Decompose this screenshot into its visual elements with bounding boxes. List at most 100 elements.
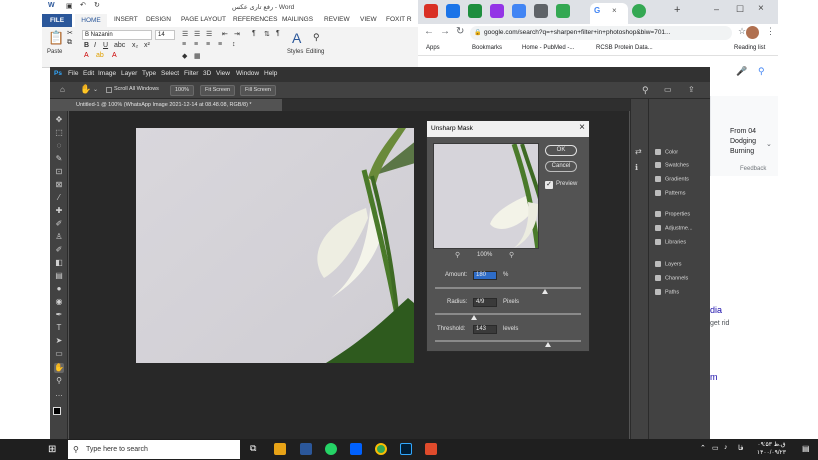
subscript-icon[interactable]: x₂ — [132, 42, 138, 49]
amount-slider-track[interactable] — [435, 287, 581, 289]
tab-site2-icon[interactable] — [534, 4, 548, 18]
document-tab[interactable]: Untitled-1 @ 100% (WhatsApp Image 2021-1… — [68, 99, 282, 111]
tab-file[interactable]: FILE — [42, 14, 72, 27]
menu-file[interactable]: File — [68, 70, 78, 77]
blur-tool-icon[interactable]: ● — [54, 284, 64, 294]
save-icon[interactable]: ▣ — [66, 2, 73, 10]
rtl-icon[interactable]: ¶ — [252, 30, 256, 37]
path-select-tool-icon[interactable]: ➤ — [54, 336, 64, 346]
chevron-down-icon[interactable]: ⌄ — [766, 140, 772, 148]
highlight-icon[interactable]: ab — [96, 52, 104, 59]
pen-tool-icon[interactable]: ✒ — [54, 310, 64, 320]
result-title-m[interactable]: m — [710, 372, 718, 382]
healing-tool-icon[interactable]: ✚ — [54, 206, 64, 216]
align-right-icon[interactable]: ≡ — [206, 41, 210, 48]
network-icon[interactable]: ▭ — [712, 444, 719, 452]
menu-view[interactable]: View — [216, 70, 230, 77]
line-spacing-icon[interactable]: ↕ — [232, 41, 236, 48]
tab-view[interactable]: VIEW — [360, 16, 377, 23]
tab-active[interactable]: G × — [590, 3, 628, 24]
tab-leaf-icon[interactable] — [632, 4, 646, 18]
extensions-icon[interactable]: ☆ — [738, 26, 746, 37]
hand-tool-icon[interactable]: ✋ — [54, 363, 64, 373]
copy-icon[interactable]: ⧉ — [67, 39, 72, 47]
minimize-icon[interactable]: – — [714, 4, 719, 14]
avatar[interactable] — [746, 26, 759, 39]
multilevel-list-icon[interactable]: ☰ — [206, 30, 212, 38]
tab-drive-icon[interactable] — [446, 4, 460, 18]
tab-site-icon[interactable] — [490, 4, 504, 18]
search-icon[interactable]: ⚲ — [758, 66, 765, 77]
scroll-all-checkbox[interactable] — [106, 87, 112, 93]
panel-gradients[interactable]: Gradients — [655, 176, 689, 182]
more-tools-icon[interactable]: … — [54, 389, 64, 399]
taskbar-clock[interactable]: ۰۹:۵۳ ق.ظ ۱۴۰۰/۰۹/۲۳ — [757, 441, 786, 457]
italic-icon[interactable]: I — [94, 42, 96, 49]
cancel-button[interactable]: Cancel — [545, 161, 577, 172]
editing-icon[interactable]: ⚲ — [313, 32, 320, 43]
taskbar-search-box[interactable]: ⚲ Type here to search — [68, 440, 240, 459]
increase-indent-icon[interactable]: ⇥ — [234, 30, 240, 38]
photoshop-taskbar-icon[interactable] — [400, 443, 412, 455]
text-effect-icon[interactable]: A — [112, 52, 117, 59]
styles-icon[interactable]: A — [292, 30, 301, 46]
properties-panel-icon[interactable]: ℹ — [635, 163, 638, 172]
forward-icon[interactable]: → — [440, 26, 450, 37]
menu-edit[interactable]: Edit — [83, 70, 94, 77]
threshold-slider-thumb[interactable] — [545, 342, 551, 347]
show-marks-icon[interactable]: ¶ — [276, 30, 280, 37]
stamp-tool-icon[interactable]: ♙ — [54, 232, 64, 242]
tab-review[interactable]: REVIEW — [324, 16, 350, 23]
paste-icon[interactable]: 📋 — [48, 30, 64, 46]
reload-icon[interactable]: ↻ — [456, 26, 464, 37]
panel-color[interactable]: Color — [655, 149, 678, 155]
underline-icon[interactable]: U — [103, 42, 108, 49]
bookmark-rcsb[interactable]: RCSB Protein Data... — [596, 45, 653, 51]
menu-type[interactable]: Type — [142, 70, 156, 77]
panel-properties[interactable]: Properties — [655, 211, 690, 217]
menu-layer[interactable]: Layer — [121, 70, 137, 77]
marquee-tool-icon[interactable]: ⬚ — [54, 128, 64, 138]
tab-google-icon[interactable] — [512, 4, 526, 18]
menu-3d[interactable]: 3D — [203, 70, 211, 77]
zoom-tool-icon[interactable]: ⚲ — [54, 376, 64, 386]
strikethrough-icon[interactable]: abc — [114, 42, 125, 49]
zoom-out-icon[interactable]: ⚲ — [455, 251, 460, 259]
bookmark-pubmed[interactable]: Home - PubMed -... — [522, 45, 574, 51]
font-name-select[interactable]: B Nazanin — [82, 30, 152, 40]
ps-search-icon[interactable]: ⚲ — [642, 85, 649, 96]
zoom-100-button[interactable]: 100% — [170, 85, 195, 96]
tab-references[interactable]: REFERENCES — [233, 16, 277, 23]
result-title-dia[interactable]: dia — [710, 305, 722, 315]
maximize-icon[interactable]: ☐ — [736, 4, 744, 15]
cut-icon[interactable]: ✂ — [67, 29, 73, 37]
word-taskbar-icon[interactable] — [300, 443, 312, 455]
tool-preset-chevron-icon[interactable]: ⌄ — [93, 86, 98, 93]
menu-help[interactable]: Help — [264, 70, 277, 77]
history-panel-icon[interactable]: ⇄ — [635, 147, 642, 156]
foreground-color-swatch[interactable] — [53, 407, 61, 415]
tab-gmail-icon[interactable] — [424, 4, 438, 18]
menu-icon[interactable]: ⋮ — [766, 26, 775, 37]
radius-input[interactable]: 4/9 — [473, 298, 497, 307]
type-tool-icon[interactable]: T — [54, 323, 64, 333]
bookmark-bookmarks[interactable]: Bookmarks — [472, 45, 502, 51]
menu-image[interactable]: Image — [98, 70, 116, 77]
new-tab-icon[interactable]: + — [674, 4, 680, 16]
fit-screen-button[interactable]: Fit Screen — [200, 85, 236, 96]
font-size-select[interactable]: 14 — [155, 30, 175, 40]
panel-libraries[interactable]: Libraries — [655, 239, 686, 245]
numbering-icon[interactable]: ☰ — [194, 30, 200, 38]
whatsapp-taskbar-icon[interactable] — [325, 443, 337, 455]
redo-icon[interactable]: ↻ — [94, 1, 100, 9]
gradient-tool-icon[interactable]: ▤ — [54, 271, 64, 281]
justify-icon[interactable]: ≡ — [218, 41, 222, 48]
radius-slider-track[interactable] — [435, 313, 581, 315]
dropbox-taskbar-icon[interactable] — [350, 443, 362, 455]
dialog-close-icon[interactable]: × — [579, 122, 585, 133]
home-icon[interactable]: ⌂ — [60, 85, 65, 94]
tab-design[interactable]: DESIGN — [146, 16, 171, 23]
bullets-icon[interactable]: ☰ — [182, 30, 188, 38]
amount-input[interactable]: 180 — [473, 271, 497, 280]
threshold-input[interactable]: 143 — [473, 325, 497, 334]
